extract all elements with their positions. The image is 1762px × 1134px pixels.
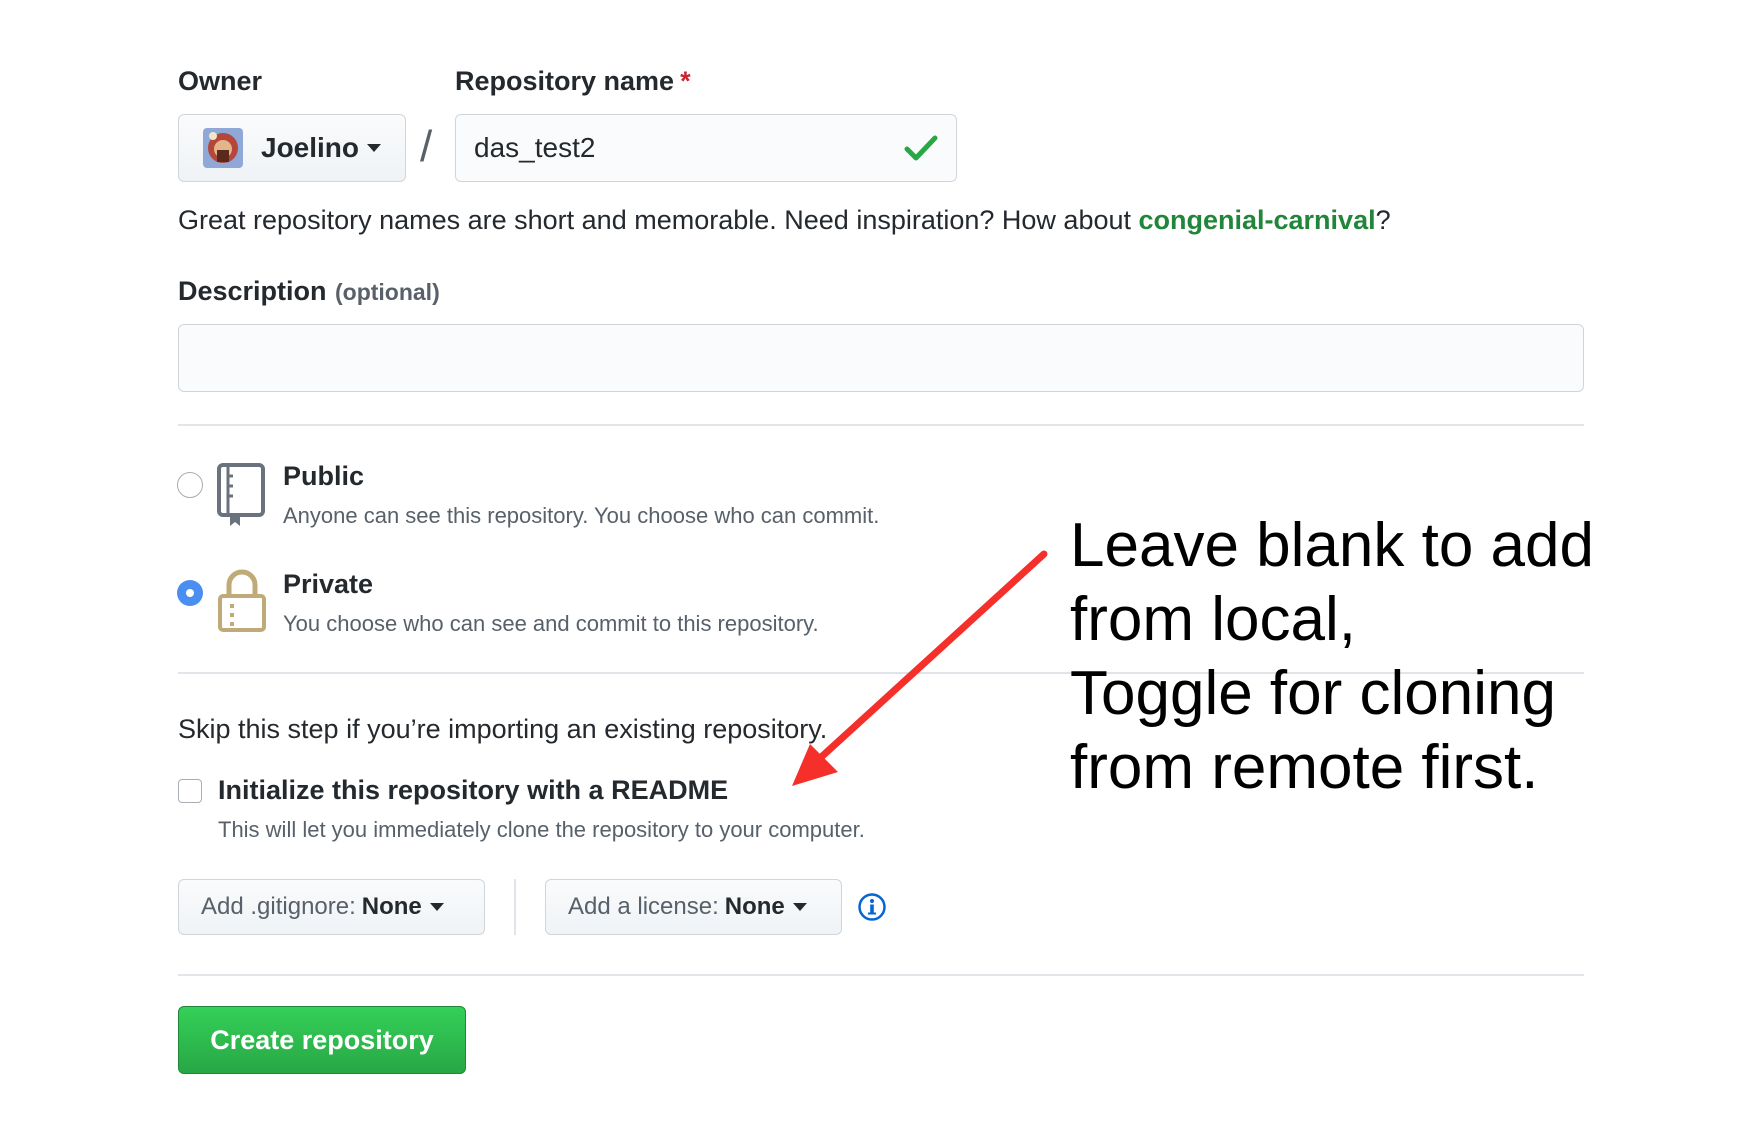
annotation-arrow bbox=[792, 550, 1048, 786]
